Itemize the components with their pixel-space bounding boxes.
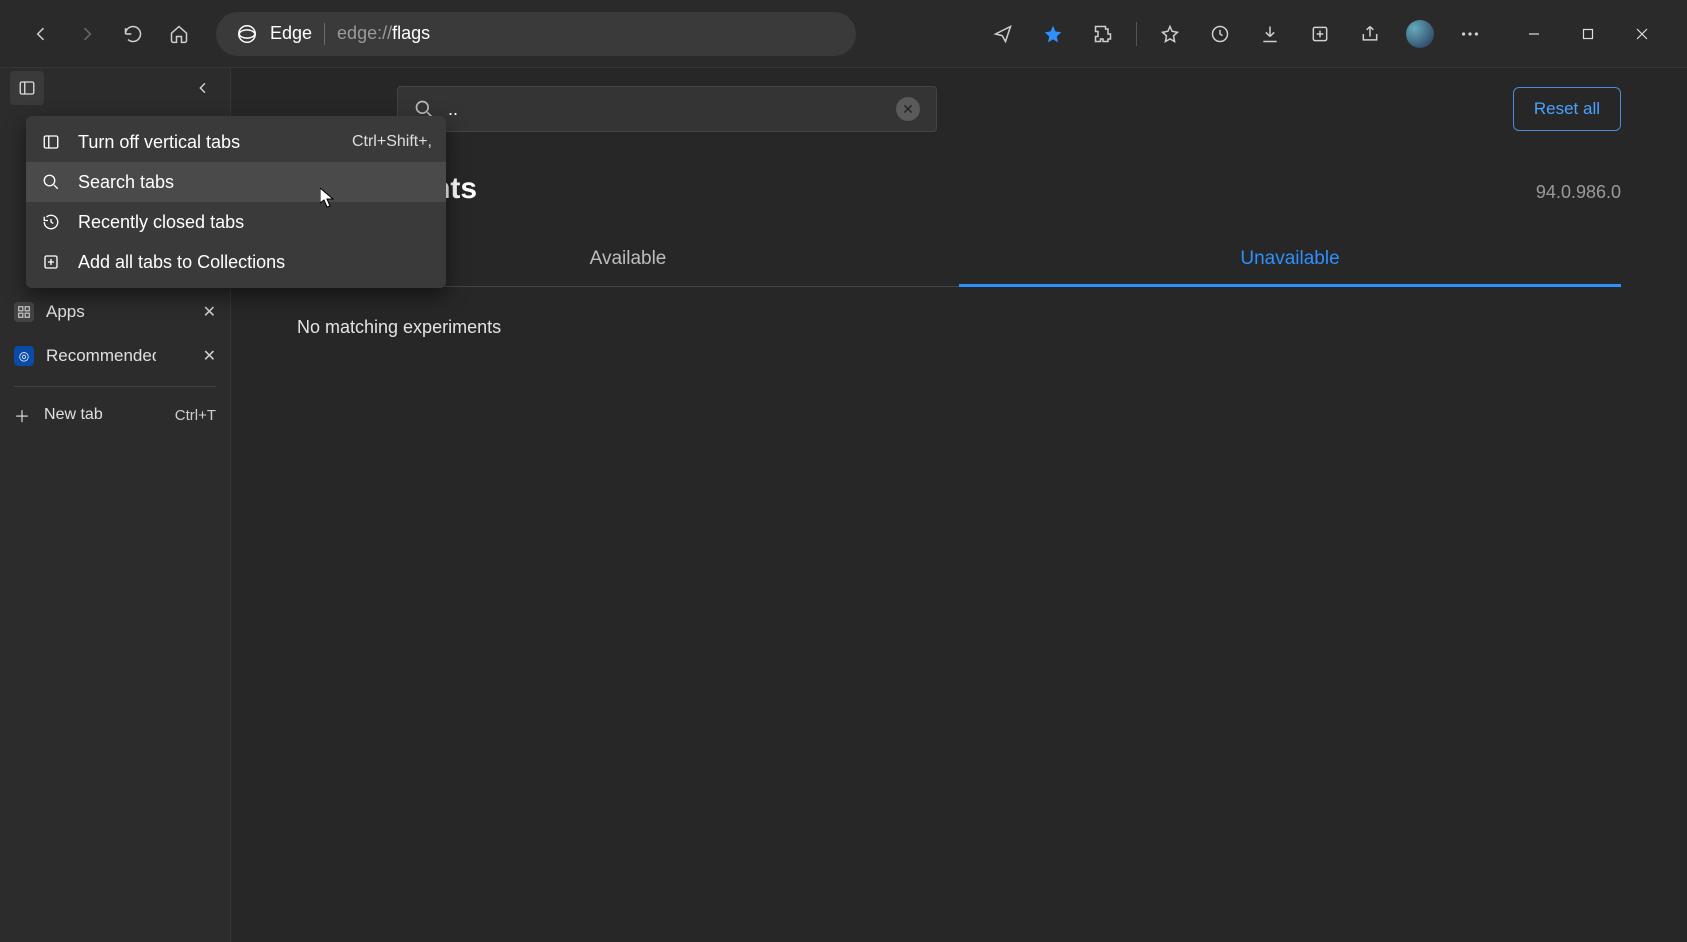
new-tab-label: New tab [44,406,103,424]
experiments-tabs: Available Unavailable [297,234,1621,287]
back-button[interactable] [18,11,64,57]
address-site-label: Edge [270,23,312,44]
plus-icon: ＋ [14,403,30,427]
flags-search-input[interactable] [448,99,882,120]
collections-icon[interactable] [1297,11,1343,57]
vertical-tab-label: Recommended D [46,346,156,366]
tab-actions-menu: Turn off vertical tabs Ctrl+Shift+, Sear… [26,116,446,288]
history-icon [40,213,62,231]
menu-item-label: Turn off vertical tabs [78,132,240,153]
address-separator [324,23,325,45]
menu-item-label: Search tabs [78,172,174,193]
reset-all-button[interactable]: Reset all [1513,87,1621,131]
history-icon[interactable] [1197,11,1243,57]
menu-item-shortcut: Ctrl+Shift+, [352,133,432,151]
settings-more-icon[interactable] [1447,11,1493,57]
profile-avatar[interactable] [1397,11,1443,57]
menu-item-turn-off-vertical-tabs[interactable]: Turn off vertical tabs Ctrl+Shift+, [26,122,446,162]
empty-state-message: No matching experiments [297,317,1621,338]
tab-favicon-icon: ◎ [14,346,34,366]
clear-search-button[interactable]: ✕ [896,97,920,121]
search-icon [40,173,62,191]
vertical-tab-recommended[interactable]: ◎ Recommended D ✕ [0,334,230,378]
downloads-icon[interactable] [1247,11,1293,57]
version-label: 94.0.986.0 [1536,182,1621,203]
favorites-icon[interactable] [1147,11,1193,57]
window-controls [1507,13,1669,55]
close-window-button[interactable] [1615,13,1669,55]
tab-favicon-icon [14,302,34,322]
collections-icon [40,253,62,271]
menu-item-label: Recently closed tabs [78,212,244,233]
menu-item-add-all-to-collections[interactable]: Add all tabs to Collections [26,242,446,282]
page-content: ✕ Reset all Experiments 94.0.986.0 Avail… [231,68,1687,942]
extensions-icon[interactable] [1080,11,1126,57]
favorite-star-icon[interactable] [1030,11,1076,57]
close-tab-button[interactable]: ✕ [203,346,216,366]
minimize-button[interactable] [1507,13,1561,55]
new-tab-button[interactable]: ＋ New tab Ctrl+T [0,395,230,435]
tab-actions-button[interactable] [10,71,44,105]
menu-item-search-tabs[interactable]: Search tabs [26,162,446,202]
close-tab-button[interactable]: ✕ [203,302,216,322]
vertical-tab-label: Apps [46,302,85,322]
sidebar-separator [14,386,216,387]
toolbar-right [980,11,1669,57]
menu-item-label: Add all tabs to Collections [78,252,285,273]
toolbar-divider [1136,22,1137,46]
address-bar[interactable]: Edge edge://flags [216,12,856,56]
home-button[interactable] [156,11,202,57]
collapse-sidebar-button[interactable] [186,71,220,105]
menu-item-recently-closed-tabs[interactable]: Recently closed tabs [26,202,446,242]
refresh-button[interactable] [110,11,156,57]
vertical-tab-apps[interactable]: Apps ✕ [0,290,230,334]
edge-logo-icon [236,23,258,45]
panel-icon [40,133,62,151]
flags-search-field[interactable]: ✕ [397,86,937,132]
browser-toolbar: Edge edge://flags [0,0,1687,68]
address-url: edge://flags [337,23,430,44]
forward-button[interactable] [64,11,110,57]
send-icon[interactable] [980,11,1026,57]
maximize-button[interactable] [1561,13,1615,55]
tab-unavailable[interactable]: Unavailable [959,234,1621,287]
new-tab-shortcut: Ctrl+T [175,407,216,424]
share-icon[interactable] [1347,11,1393,57]
